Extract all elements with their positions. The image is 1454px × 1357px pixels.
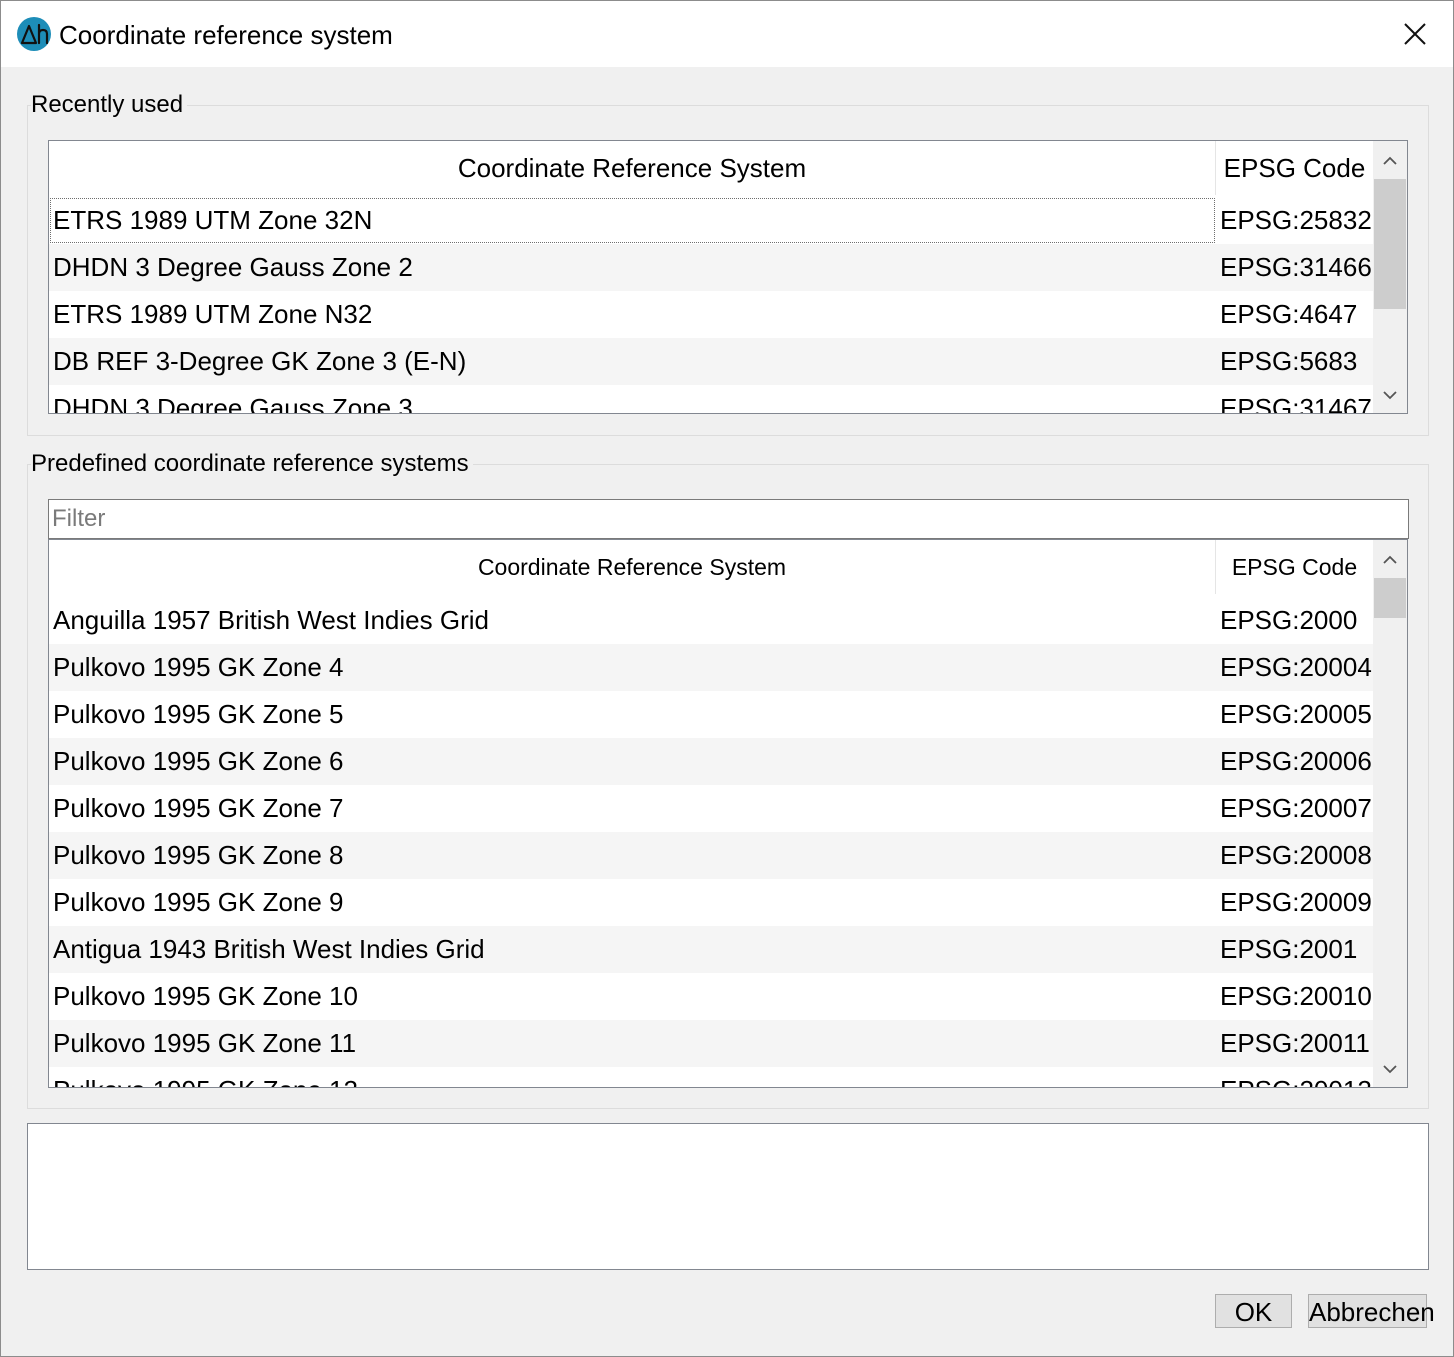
epsg-code-cell: EPSG:20008 — [1220, 840, 1372, 870]
epsg-code-cell: EPSG:4647 — [1220, 299, 1358, 329]
epsg-code-cell: EPSG:20005 — [1220, 699, 1372, 729]
predefined-crs-table: Coordinate Reference System EPSG Code An… — [48, 539, 1408, 1088]
crs-name-cell: DHDN 3 Degree Gauss Zone 3 — [53, 393, 413, 414]
column-header-epsg[interactable]: EPSG Code — [1216, 141, 1373, 195]
crs-description-panel — [27, 1123, 1429, 1270]
chevron-up-icon — [1383, 156, 1397, 165]
crs-name-cell: Anguilla 1957 British West Indies Grid — [53, 605, 489, 635]
epsg-code-cell: EPSG:25832 — [1220, 205, 1372, 235]
recent-vertical-scrollbar[interactable] — [1373, 141, 1407, 413]
cancel-button[interactable]: Abbrechen — [1308, 1294, 1435, 1328]
crs-name-cell: ETRS 1989 UTM Zone N32 — [53, 299, 373, 329]
epsg-code-cell: EPSG:20010 — [1220, 981, 1372, 1011]
epsg-code-cell: EPSG:31466 — [1220, 252, 1372, 282]
table-row[interactable]: Pulkovo 1995 GK Zone 6 EPSG:20006 — [49, 738, 1373, 785]
table-row[interactable]: Pulkovo 1995 GK Zone 7 EPSG:20007 — [49, 785, 1373, 832]
crs-name-cell: Pulkovo 1995 GK Zone 6 — [53, 746, 344, 776]
epsg-code-cell: EPSG:2000 — [1220, 605, 1358, 635]
table-header: Coordinate Reference System EPSG Code — [49, 540, 1373, 594]
table-row[interactable]: DHDN 3 Degree Gauss Zone 2 EPSG:31466 — [49, 244, 1373, 291]
epsg-code-cell: EPSG:5683 — [1220, 346, 1358, 376]
predefined-crs-title: Predefined coordinate reference systems — [31, 449, 473, 479]
epsg-code-cell: EPSG:31467 — [1220, 393, 1372, 414]
crs-name-cell: DHDN 3 Degree Gauss Zone 2 — [53, 252, 413, 282]
crs-name-cell: Pulkovo 1995 GK Zone 12 — [53, 1067, 358, 1087]
recent-crs-table: Coordinate Reference System EPSG Code ET… — [48, 140, 1408, 414]
table-row[interactable]: Anguilla 1957 British West Indies Grid E… — [49, 597, 1373, 644]
recently-used-title: Recently used — [31, 90, 188, 120]
chevron-down-icon — [1383, 391, 1397, 400]
epsg-code-cell: EPSG:20004 — [1220, 652, 1372, 682]
crs-name-cell: Pulkovo 1995 GK Zone 9 — [53, 887, 344, 917]
table-row[interactable]: Pulkovo 1995 GK Zone 12 EPSG:20012 — [49, 1067, 1373, 1087]
crs-name-cell: Pulkovo 1995 GK Zone 5 — [53, 699, 344, 729]
chevron-down-icon — [1383, 1065, 1397, 1074]
crs-name-cell: Antigua 1943 British West Indies Grid — [53, 934, 485, 964]
window-title: Coordinate reference system — [59, 20, 393, 50]
title-bar: Coordinate reference system — [1, 1, 1453, 67]
table-row[interactable]: Pulkovo 1995 GK Zone 11 EPSG:20011 — [49, 1020, 1373, 1067]
scroll-thumb[interactable] — [1374, 179, 1406, 309]
table-row[interactable]: ETRS 1989 UTM Zone 32N EPSG:25832 — [49, 197, 1373, 244]
crs-name-cell: Pulkovo 1995 GK Zone 4 — [53, 652, 344, 682]
scroll-down-button[interactable] — [1373, 377, 1407, 413]
table-row[interactable]: Pulkovo 1995 GK Zone 10 EPSG:20010 — [49, 973, 1373, 1020]
close-icon — [1404, 23, 1426, 45]
scroll-up-button[interactable] — [1373, 143, 1407, 179]
epsg-code-cell: EPSG:20009 — [1220, 887, 1372, 917]
crs-name-cell: Pulkovo 1995 GK Zone 8 — [53, 840, 344, 870]
epsg-code-cell: EPSG:2001 — [1220, 934, 1358, 964]
column-header-epsg[interactable]: EPSG Code — [1216, 540, 1373, 594]
scroll-down-button[interactable] — [1373, 1051, 1407, 1087]
chevron-up-icon — [1383, 555, 1397, 564]
app-logo-icon — [17, 17, 51, 51]
table-row[interactable]: Pulkovo 1995 GK Zone 9 EPSG:20009 — [49, 879, 1373, 926]
table-header: Coordinate Reference System EPSG Code — [49, 141, 1373, 195]
close-button[interactable] — [1377, 1, 1453, 67]
table-row[interactable]: Pulkovo 1995 GK Zone 4 EPSG:20004 — [49, 644, 1373, 691]
epsg-code-cell: EPSG:20006 — [1220, 746, 1372, 776]
crs-name-cell: Pulkovo 1995 GK Zone 10 — [53, 981, 358, 1011]
epsg-code-cell: EPSG:20012 — [1220, 1067, 1372, 1087]
table-row[interactable]: DHDN 3 Degree Gauss Zone 3 EPSG:31467 — [49, 385, 1373, 414]
crs-name-cell: Pulkovo 1995 GK Zone 11 — [53, 1028, 357, 1058]
table-row[interactable]: DB REF 3-Degree GK Zone 3 (E-N) EPSG:568… — [49, 338, 1373, 385]
table-row[interactable]: Pulkovo 1995 GK Zone 5 EPSG:20005 — [49, 691, 1373, 738]
scroll-thumb[interactable] — [1374, 578, 1406, 618]
crs-dialog: Coordinate reference system Recently use… — [0, 0, 1454, 1357]
epsg-code-cell: EPSG:20011 — [1220, 1028, 1370, 1058]
crs-name-cell: Pulkovo 1995 GK Zone 7 — [53, 793, 344, 823]
table-row[interactable]: ETRS 1989 UTM Zone N32 EPSG:4647 — [49, 291, 1373, 338]
crs-name-cell: DB REF 3-Degree GK Zone 3 (E-N) — [53, 346, 467, 376]
epsg-code-cell: EPSG:20007 — [1220, 793, 1372, 823]
scroll-up-button[interactable] — [1373, 542, 1407, 578]
filter-input[interactable] — [48, 499, 1409, 539]
ok-button[interactable]: OK — [1215, 1294, 1292, 1328]
table-row[interactable]: Pulkovo 1995 GK Zone 8 EPSG:20008 — [49, 832, 1373, 879]
predefined-vertical-scrollbar[interactable] — [1373, 540, 1407, 1087]
column-header-crs[interactable]: Coordinate Reference System — [49, 141, 1215, 195]
column-header-crs[interactable]: Coordinate Reference System — [49, 540, 1215, 594]
crs-name-cell: ETRS 1989 UTM Zone 32N — [53, 205, 373, 235]
table-row[interactable]: Antigua 1943 British West Indies Grid EP… — [49, 926, 1373, 973]
